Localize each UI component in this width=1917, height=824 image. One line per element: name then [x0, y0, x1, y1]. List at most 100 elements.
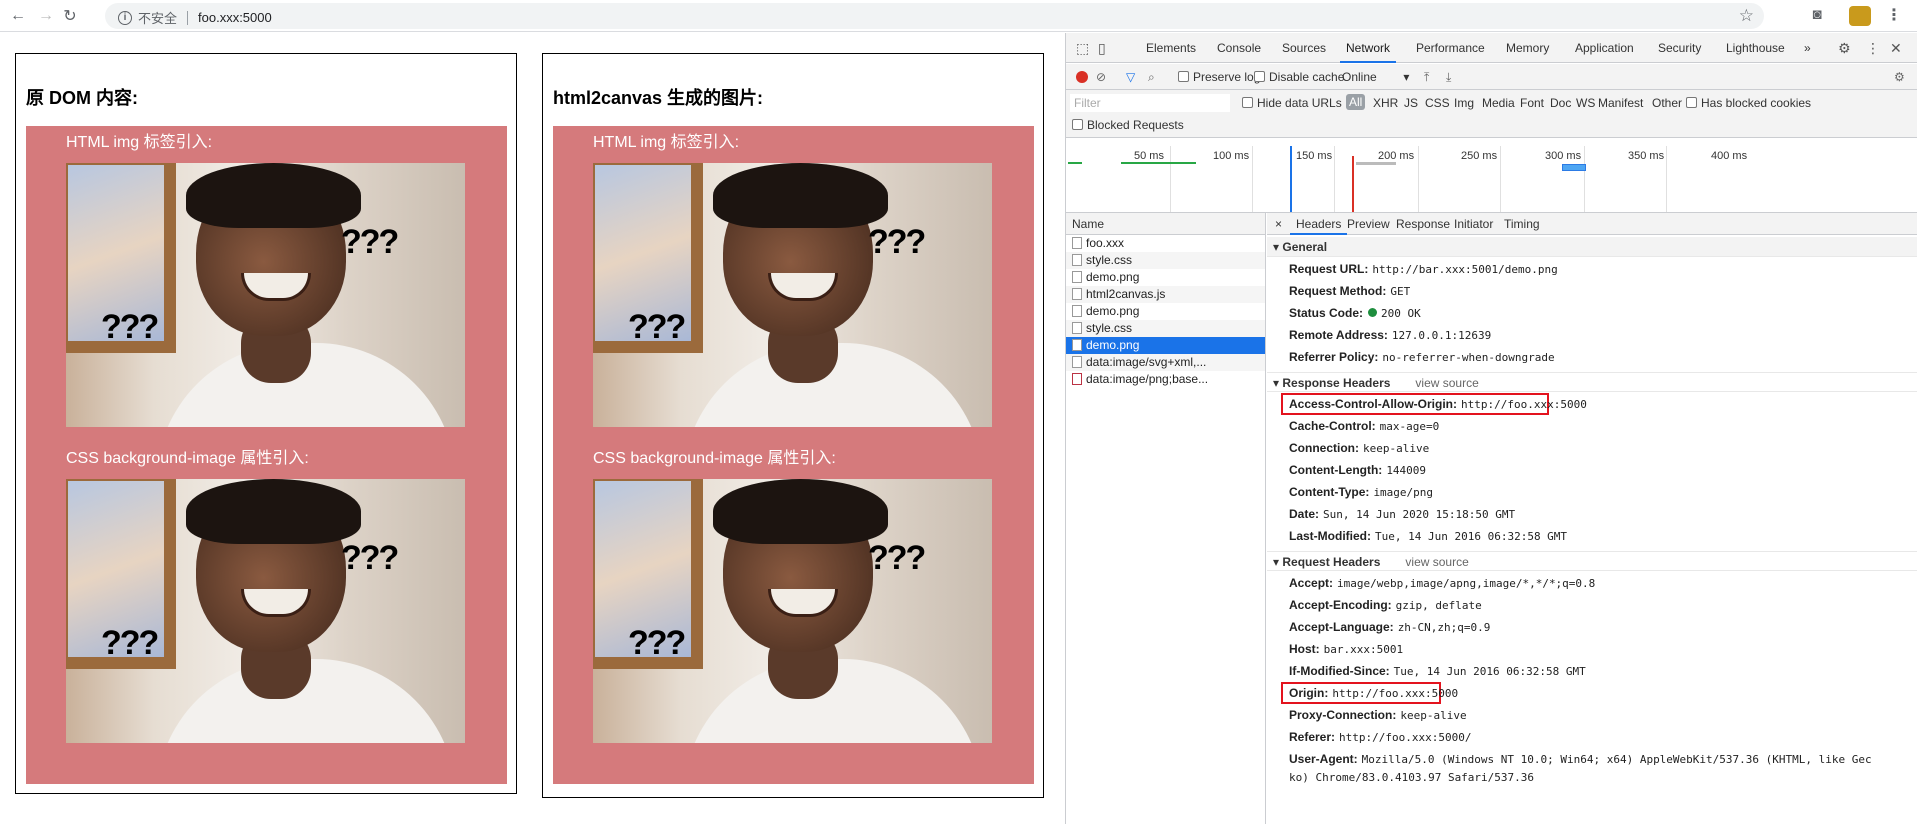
throttling-select[interactable]: Online ▾ [1342, 70, 1409, 84]
bookmark-star-icon[interactable]: ☆ [1739, 6, 1754, 26]
view-source-link[interactable]: view source [1415, 376, 1478, 390]
request-row-selected[interactable]: demo.png [1066, 337, 1265, 354]
network-settings-icon[interactable]: ⚙ [1894, 70, 1905, 84]
filter-ws[interactable]: WS [1576, 96, 1595, 110]
question-marks: ??? [868, 223, 926, 261]
tab-timing[interactable]: Timing [1504, 217, 1540, 231]
tab-console[interactable]: Console [1217, 41, 1261, 55]
request-row[interactable]: style.css [1066, 320, 1265, 337]
filter-media[interactable]: Media [1482, 96, 1515, 110]
devtools-tab-bar: ⬚ ▯ Elements Console Sources Network Per… [1066, 33, 1917, 63]
filter-doc[interactable]: Doc [1550, 96, 1571, 110]
request-row[interactable]: data:image/png;base... [1066, 371, 1265, 388]
tab-headers[interactable]: Headers [1289, 217, 1348, 235]
status-ok-icon [1368, 308, 1378, 317]
record-icon[interactable] [1076, 71, 1088, 83]
header-row: Last-Modified: Tue, 14 Jun 2016 06:32:58 … [1289, 529, 1568, 543]
name-column-header[interactable]: Name [1066, 213, 1265, 235]
grid-line [1584, 146, 1585, 212]
divider [187, 10, 189, 25]
devtools-panel: ⬚ ▯ Elements Console Sources Network Per… [1065, 33, 1917, 824]
filter-js[interactable]: JS [1404, 96, 1418, 110]
has-blocked-cookies-checkbox[interactable]: Has blocked cookies [1686, 96, 1811, 110]
tab-preview[interactable]: Preview [1347, 217, 1390, 231]
request-row[interactable]: demo.png [1066, 303, 1265, 320]
tab-memory[interactable]: Memory [1506, 41, 1549, 55]
filter-bar: Filter Hide data URLs All XHR JS CSS Img… [1066, 90, 1917, 138]
request-row[interactable]: html2canvas.js [1066, 286, 1265, 303]
header-row: Referer: http://foo.xxx:5000/ [1289, 730, 1472, 744]
tab-sources[interactable]: Sources [1282, 41, 1326, 55]
filter-css[interactable]: CSS [1425, 96, 1450, 110]
view-source-link[interactable]: view source [1405, 555, 1468, 569]
hide-data-urls-checkbox[interactable]: Hide data URLs [1242, 96, 1342, 110]
filter-input[interactable]: Filter [1070, 94, 1230, 112]
request-row[interactable]: data:image/svg+xml,... [1066, 354, 1265, 371]
more-vert-icon[interactable]: ⋮ [1886, 5, 1902, 25]
filter-icon[interactable]: ▽ [1126, 70, 1135, 84]
more-tabs-icon[interactable]: » [1804, 41, 1811, 55]
filter-manifest[interactable]: Manifest [1598, 96, 1643, 110]
tab-initiator[interactable]: Initiator [1454, 217, 1493, 231]
tab-application[interactable]: Application [1575, 41, 1634, 55]
close-icon[interactable]: ✕ [1890, 40, 1902, 57]
file-icon [1072, 322, 1082, 334]
clear-icon[interactable]: ⊘ [1096, 70, 1106, 84]
tab-security[interactable]: Security [1658, 41, 1701, 55]
network-timeline[interactable]: 50 ms 100 ms 150 ms 200 ms 250 ms 300 ms… [1066, 138, 1917, 213]
filter-xhr[interactable]: XHR [1373, 96, 1398, 110]
request-headers-section[interactable]: ▾ Request Headers view source [1267, 551, 1917, 571]
header-row: Date: Sun, 14 Jun 2020 15:18:50 GMT [1289, 507, 1516, 521]
filter-all[interactable]: All [1346, 94, 1366, 110]
preserve-log-checkbox[interactable]: Preserve log [1178, 70, 1260, 84]
camera-icon[interactable]: ◙ [1807, 6, 1827, 26]
filter-other[interactable]: Other [1652, 96, 1682, 110]
file-icon [1072, 254, 1082, 266]
header-row: Content-Type: image/png [1289, 485, 1434, 499]
header-row: Referrer Policy: no-referrer-when-downgra… [1289, 350, 1555, 364]
image-file-icon [1072, 305, 1082, 317]
reload-icon[interactable]: ↻ [58, 4, 82, 28]
response-headers-section[interactable]: ▾ Response Headers view source [1267, 372, 1917, 392]
timeline-tick: 50 ms [1134, 150, 1164, 162]
timeline-tick: 100 ms [1213, 150, 1250, 162]
question-marks: ??? [101, 624, 159, 662]
timeline-tick: 300 ms [1545, 150, 1582, 162]
search-icon[interactable]: ⌕ [1148, 70, 1155, 85]
back-arrow-icon[interactable]: ← [6, 4, 30, 28]
meme-image: ??? ??? [66, 163, 465, 427]
question-marks: ??? [341, 539, 399, 577]
tab-lighthouse[interactable]: Lighthouse [1726, 41, 1785, 55]
general-section-header[interactable]: ▾ General [1267, 237, 1917, 257]
header-row: Accept: image/webp,image/apng,image/*,*/*… [1289, 576, 1596, 590]
info-icon[interactable]: i [118, 10, 132, 25]
filter-img[interactable]: Img [1454, 96, 1474, 110]
filter-font[interactable]: Font [1520, 96, 1544, 110]
header-row: If-Modified-Since: Tue, 14 Jun 2016 06:32… [1289, 664, 1586, 678]
network-toolbar: ⊘ ▽ ⌕ Preserve log Disable cache Online … [1066, 64, 1917, 90]
url-text[interactable]: foo.xxx:5000 [198, 10, 272, 25]
css-bg-label: CSS background-image 属性引入: [593, 450, 836, 467]
request-row[interactable]: style.css [1066, 252, 1265, 269]
export-har-icon[interactable]: ⤓ [1446, 70, 1451, 85]
header-row: User-Agent: Mozilla/5.0 (Windows NT 10.0;… [1289, 752, 1872, 766]
device-toolbar-icon[interactable]: ▯ [1098, 40, 1106, 57]
forward-arrow-icon[interactable]: → [34, 4, 58, 28]
header-row: Cache-Control: max-age=0 [1289, 419, 1440, 433]
settings-gear-icon[interactable]: ⚙ [1838, 40, 1851, 57]
import-har-icon[interactable]: ⤒ [1424, 70, 1429, 85]
disable-cache-checkbox[interactable]: Disable cache [1254, 70, 1344, 84]
extension-avatar-icon[interactable] [1849, 6, 1871, 26]
address-bar[interactable]: i 不安全 foo.xxx:5000 ☆ [105, 3, 1764, 29]
tab-elements[interactable]: Elements [1146, 41, 1196, 55]
tab-response[interactable]: Response [1396, 217, 1450, 231]
more-vert-icon[interactable]: ⋮ [1866, 40, 1880, 57]
inspect-icon[interactable]: ⬚ [1076, 40, 1089, 57]
tab-performance[interactable]: Performance [1416, 41, 1485, 55]
request-row[interactable]: foo.xxx [1066, 235, 1265, 252]
blocked-requests-checkbox[interactable]: Blocked Requests [1072, 118, 1184, 132]
request-row[interactable]: demo.png [1066, 269, 1265, 286]
timeline-tick: 150 ms [1296, 150, 1333, 162]
tab-network[interactable]: Network [1339, 41, 1397, 63]
close-detail-icon[interactable]: × [1275, 217, 1282, 231]
